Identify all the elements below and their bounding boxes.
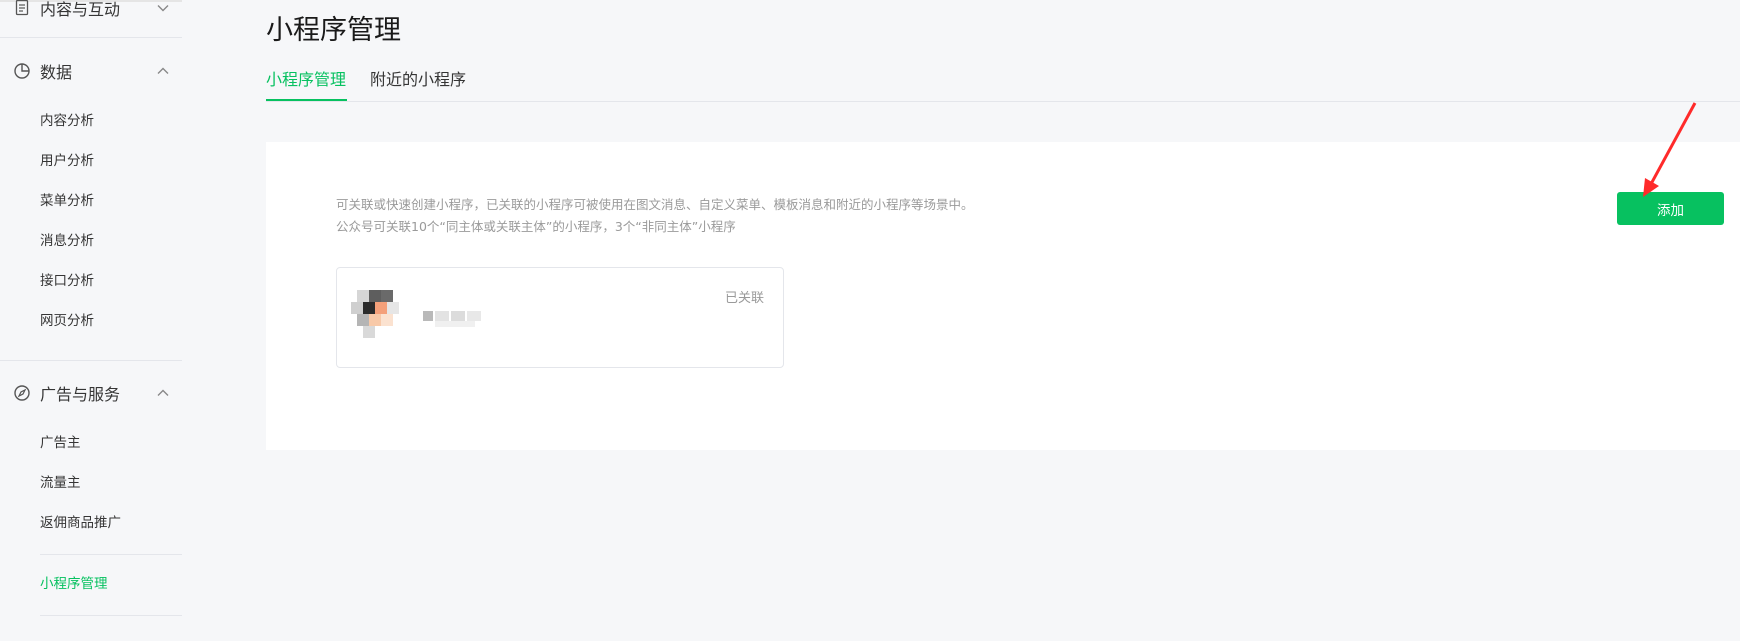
chevron-down-icon [157, 5, 169, 12]
sidebar: 内容与互动 数据 内容分析 用户分析 菜单分析 消息分析 接口分析 网页分析 广… [0, 0, 182, 641]
sidebar-divider [0, 37, 182, 38]
sidebar-item-menu-analysis[interactable]: 菜单分析 [40, 191, 94, 211]
tab-nearby-miniprogram[interactable]: 附近的小程序 [370, 66, 466, 90]
document-icon [15, 0, 29, 16]
miniprogram-card[interactable]: 已关联 [336, 267, 784, 368]
tab-miniprogram-management[interactable]: 小程序管理 [266, 66, 346, 90]
sidebar-item-webpage-analysis[interactable]: 网页分析 [40, 311, 94, 331]
status-badge: 已关联 [724, 291, 764, 306]
miniprogram-name-blurred [423, 311, 495, 327]
sidebar-item-user-analysis[interactable]: 用户分析 [40, 151, 94, 171]
sidebar-section-title: 数据 [40, 63, 73, 82]
compass-icon [14, 385, 30, 401]
description-line-1: 可关联或快速创建小程序，已关联的小程序可被使用在图文消息、自定义菜单、模板消息和… [336, 197, 974, 212]
sidebar-item-advertiser[interactable]: 广告主 [40, 433, 81, 453]
sidebar-section-ads-services[interactable]: 广告与服务 [0, 373, 182, 413]
sidebar-divider [40, 615, 182, 616]
sidebar-item-content-analysis[interactable]: 内容分析 [40, 111, 94, 131]
sidebar-section-content-interaction[interactable]: 内容与互动 [0, 0, 182, 28]
sidebar-section-data[interactable]: 数据 [0, 51, 182, 91]
chevron-up-icon [157, 67, 169, 74]
sidebar-item-message-analysis[interactable]: 消息分析 [40, 231, 94, 251]
page-title: 小程序管理 [266, 15, 401, 46]
tab-bar-divider [266, 101, 1740, 102]
sidebar-divider [40, 554, 182, 555]
pie-chart-icon [14, 63, 30, 79]
description-line-2: 公众号可关联10个“同主体或关联主体”的小程序，3个“非同主体”小程序 [336, 219, 736, 234]
add-button[interactable]: 添加 [1617, 192, 1724, 225]
sidebar-item-miniprogram-management[interactable]: 小程序管理 [40, 574, 108, 594]
chevron-up-icon [157, 389, 169, 396]
sidebar-item-publisher[interactable]: 流量主 [40, 473, 81, 493]
sidebar-divider [0, 360, 182, 361]
sidebar-section-title: 内容与互动 [40, 0, 121, 19]
sidebar-item-api-analysis[interactable]: 接口分析 [40, 271, 94, 291]
sidebar-item-commission-promotion[interactable]: 返佣商品推广 [40, 513, 121, 533]
avatar [351, 290, 399, 346]
sidebar-section-title: 广告与服务 [40, 385, 121, 404]
